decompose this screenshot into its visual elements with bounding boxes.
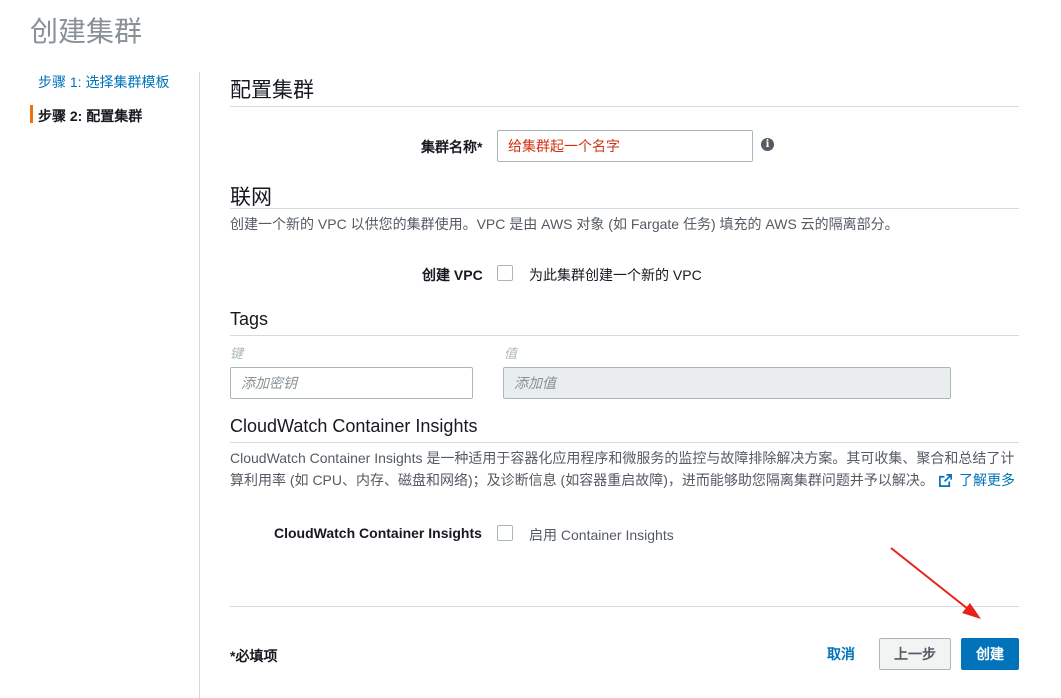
annotation-arrow-icon: [890, 547, 981, 619]
